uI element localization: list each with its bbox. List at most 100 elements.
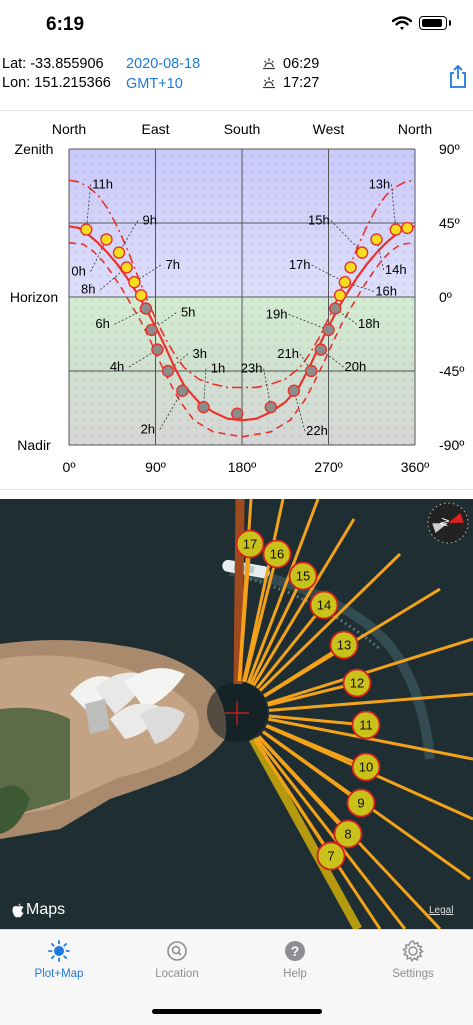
sun-position-point: [288, 385, 299, 396]
azimuth-tick-label: 270º: [314, 459, 342, 475]
tab-location[interactable]: Location: [118, 938, 236, 980]
azimuth-tick-label: 180º: [228, 459, 256, 475]
sun-position-point: [265, 402, 276, 413]
tab-label: Settings: [392, 968, 434, 980]
compass-direction-label: East: [141, 121, 169, 137]
longitude-label: Lon: 151.215366: [2, 75, 111, 91]
sun-position-point: [152, 344, 163, 355]
battery-icon: [419, 16, 447, 30]
map-hour-marker: 17: [237, 531, 264, 558]
satellite-map[interactable]: 1716151413121110987 N Maps Legal: [0, 499, 473, 929]
map-hour-label: 17: [243, 537, 257, 552]
compass-icon[interactable]: N: [428, 503, 468, 543]
compass-direction-label: North: [52, 121, 86, 137]
hour-label: 17h: [289, 257, 311, 272]
map-hour-marker: 14: [311, 592, 338, 619]
sun-position-point: [198, 402, 209, 413]
sun-position-point: [357, 247, 368, 258]
sun-position-point: [335, 290, 346, 301]
timezone-field[interactable]: GMT+10: [126, 76, 183, 92]
map-hour-marker: 16: [264, 541, 291, 568]
help-icon: ?: [284, 940, 306, 962]
altitude-label: Nadir: [17, 437, 51, 453]
sun-position-point: [146, 324, 157, 335]
legal-link[interactable]: Legal: [429, 905, 453, 916]
map-hour-marker: 7: [318, 843, 345, 870]
apple-maps-logo: Maps: [12, 901, 65, 919]
sun-position-point: [402, 222, 413, 233]
home-indicator: [152, 1009, 322, 1014]
sun-position-point: [306, 366, 317, 377]
map-hour-label: 7: [327, 849, 334, 864]
hour-label: 14h: [385, 262, 407, 277]
map-hour-label: 8: [344, 827, 351, 842]
azimuth-tick-label: 0º: [63, 459, 76, 475]
hour-label: 21h: [277, 346, 299, 361]
elevation-tick-label: -90º: [439, 437, 464, 453]
sun-path-chart: NorthEastSouthWestNorthZenithHorizonNadi…: [0, 112, 473, 487]
hour-label: 6h: [95, 316, 109, 331]
map-hour-label: 15: [296, 569, 310, 584]
hour-label: 22h: [306, 423, 328, 438]
azimuth-tick-label: 90º: [145, 459, 166, 475]
tab-plot-map[interactable]: Plot+Map: [0, 938, 118, 980]
share-icon[interactable]: [448, 64, 468, 88]
hour-label: 11h: [92, 176, 113, 191]
sunset-icon: [262, 76, 276, 90]
map-hour-marker: 8: [335, 821, 362, 848]
maps-logo-text: Maps: [26, 901, 65, 919]
map-hour-label: 16: [270, 547, 284, 562]
tab-label: Location: [155, 968, 198, 980]
hour-label: 4h: [110, 359, 124, 374]
status-bar: 6:19: [0, 0, 473, 50]
hour-label: 19h: [266, 306, 288, 321]
hour-label: 13h: [369, 176, 391, 191]
map-hour-label: 12: [350, 676, 364, 691]
sunrise-time: 06:29: [283, 56, 319, 72]
tab-label: Plot+Map: [35, 968, 84, 980]
sun-position-point: [390, 224, 401, 235]
sun-position-point: [177, 385, 188, 396]
sun-position-point: [121, 262, 132, 273]
compass-direction-label: North: [398, 121, 432, 137]
hour-label: 5h: [181, 305, 195, 320]
tab-settings[interactable]: Settings: [354, 938, 472, 980]
map-hour-marker: 15: [290, 563, 317, 590]
compass-direction-label: West: [313, 121, 345, 137]
date-field[interactable]: 2020-08-18: [126, 56, 200, 72]
azimuth-tick-label: 360º: [401, 459, 429, 475]
hour-label: 3h: [192, 346, 206, 361]
sun-icon: [48, 940, 70, 962]
location-info: Lat: -33.855906 Lon: 151.215366 2020-08-…: [0, 54, 473, 110]
altitude-label: Zenith: [15, 141, 54, 157]
elevation-tick-label: -45º: [439, 363, 464, 379]
tab-help[interactable]: ? Help: [236, 938, 354, 980]
map-hour-marker: 13: [331, 632, 358, 659]
apple-logo-icon: [12, 903, 24, 918]
sun-position-point: [136, 290, 147, 301]
compass-direction-label: South: [224, 121, 261, 137]
hour-label: 0h: [71, 264, 85, 279]
sun-position-point: [330, 303, 341, 314]
tab-label: Help: [283, 968, 307, 980]
hour-label: 18h: [358, 316, 380, 331]
elevation-tick-label: 90º: [439, 141, 460, 157]
map-hour-marker: 10: [353, 754, 380, 781]
hour-label: 16h: [375, 283, 397, 298]
divider: [0, 489, 473, 490]
hour-label: 15h: [308, 213, 330, 228]
sun-position-point: [101, 234, 112, 245]
svg-text:?: ?: [291, 943, 300, 959]
hour-label: 23h: [241, 361, 263, 376]
hour-label: 2h: [141, 421, 155, 436]
sun-position-point: [81, 224, 92, 235]
gear-icon: [401, 939, 425, 963]
sun-position-point: [140, 303, 151, 314]
hour-label: 9h: [142, 213, 156, 228]
map-hour-label: 11: [359, 718, 373, 733]
sun-position-point: [315, 344, 326, 355]
map-hour-marker: 12: [344, 670, 371, 697]
map-hour-label: 10: [359, 760, 373, 775]
map-hour-marker: 11: [353, 712, 380, 739]
map-hour-label: 14: [317, 598, 331, 613]
